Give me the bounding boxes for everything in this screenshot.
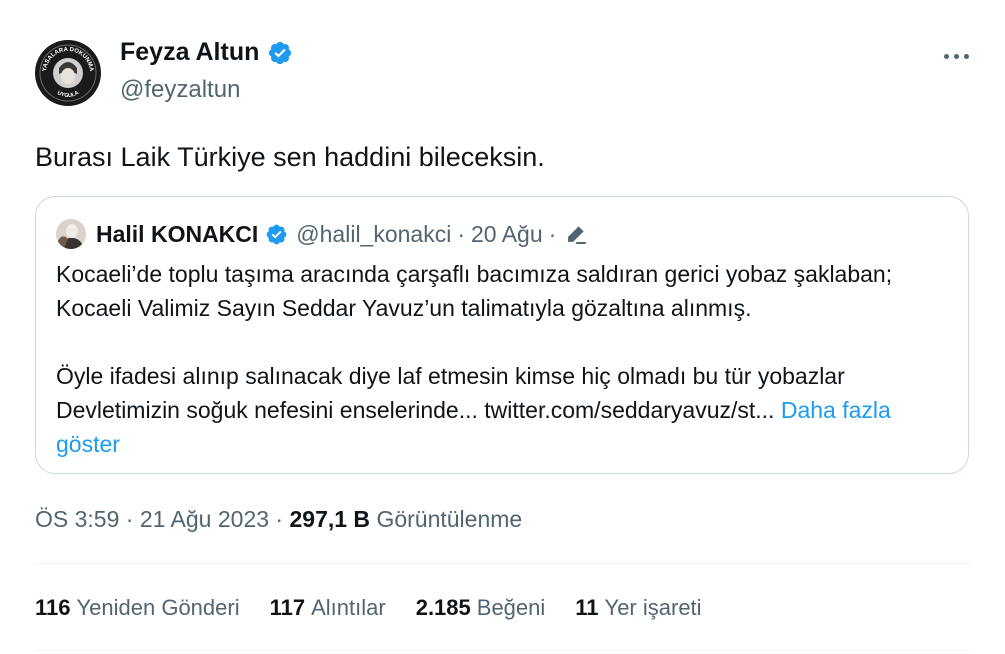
stat-likes-count: 2.185 [415,595,471,620]
tweet-date[interactable]: 21 Ağu 2023 [140,506,269,532]
stat-bookmarks-count: 11 [575,595,599,620]
author-handle[interactable]: @feyzaltun [120,76,240,104]
meta-separator-2: · [275,506,284,532]
quoted-handle: @halil_konakci [296,220,452,247]
stat-likes[interactable]: 2.185 Beğeni [416,595,546,621]
quoted-separator: · [457,220,466,247]
quoted-display-name: Halil KONAKCI [96,220,259,247]
verified-badge-icon[interactable] [267,40,293,66]
stat-quotes-count: 117 [269,595,306,620]
stat-bookmarks[interactable]: 11 Yer işareti [575,595,701,621]
meta-separator: · [125,506,134,532]
quoted-paragraph-1: Kocaeli’de toplu taşıma aracında çarşafl… [56,261,893,321]
quoted-paragraph-2-text: Öyle ifadesi alınıp salınacak diye laf e… [56,363,845,423]
divider-bottom [35,650,970,651]
avatar-image: YASALARA DOKUNMA UYGULA [36,41,100,105]
views-count: 297,1 B [289,506,371,532]
quoted-paragraph-2: Öyle ifadesi alınıp salınacak diye laf e… [56,359,946,461]
author-display-name[interactable]: Feyza Altun [120,38,259,67]
stat-likes-label: Beğeni [476,595,546,620]
quoted-tweet-header: Halil KONAKCI @halil_konakci · 20 Ağu · [96,219,588,249]
views-label: Görüntülenme [376,506,523,532]
edit-pencil-icon [564,222,588,246]
tweet-text: Burası Laik Türkiye sen haddini bileceks… [35,142,545,172]
quoted-author-avatar[interactable] [56,219,86,249]
more-horizontal-icon[interactable] [938,44,974,68]
verified-badge-icon [265,223,288,246]
author-name-row: Feyza Altun [120,38,293,67]
engagement-stats: 116 Yeniden Gönderi 117 Alıntılar 2.185 Beğ… [35,595,732,621]
stat-reposts-count: 116 [35,595,71,620]
stat-quotes[interactable]: 117 Alıntılar [270,595,386,621]
quoted-date: 20 Ağu [471,220,543,247]
stat-bookmarks-label: Yer işareti [604,595,702,620]
stat-reposts-label: Yeniden Gönderi [76,595,240,620]
stat-quotes-label: Alıntılar [311,595,386,620]
quoted-tweet-text: Kocaeli’de toplu taşıma aracında çarşafl… [56,257,946,461]
divider [35,563,970,564]
stat-reposts[interactable]: 116 Yeniden Gönderi [35,595,240,621]
tweet-time[interactable]: ÖS 3:59 [35,506,119,532]
quoted-avatar-image [56,219,86,249]
tweet-meta: ÖS 3:59 · 21 Ağu 2023 · 297,1 B Görüntül… [35,506,522,533]
author-avatar[interactable]: YASALARA DOKUNMA UYGULA [35,40,101,106]
quoted-separator-2: · [548,220,557,247]
